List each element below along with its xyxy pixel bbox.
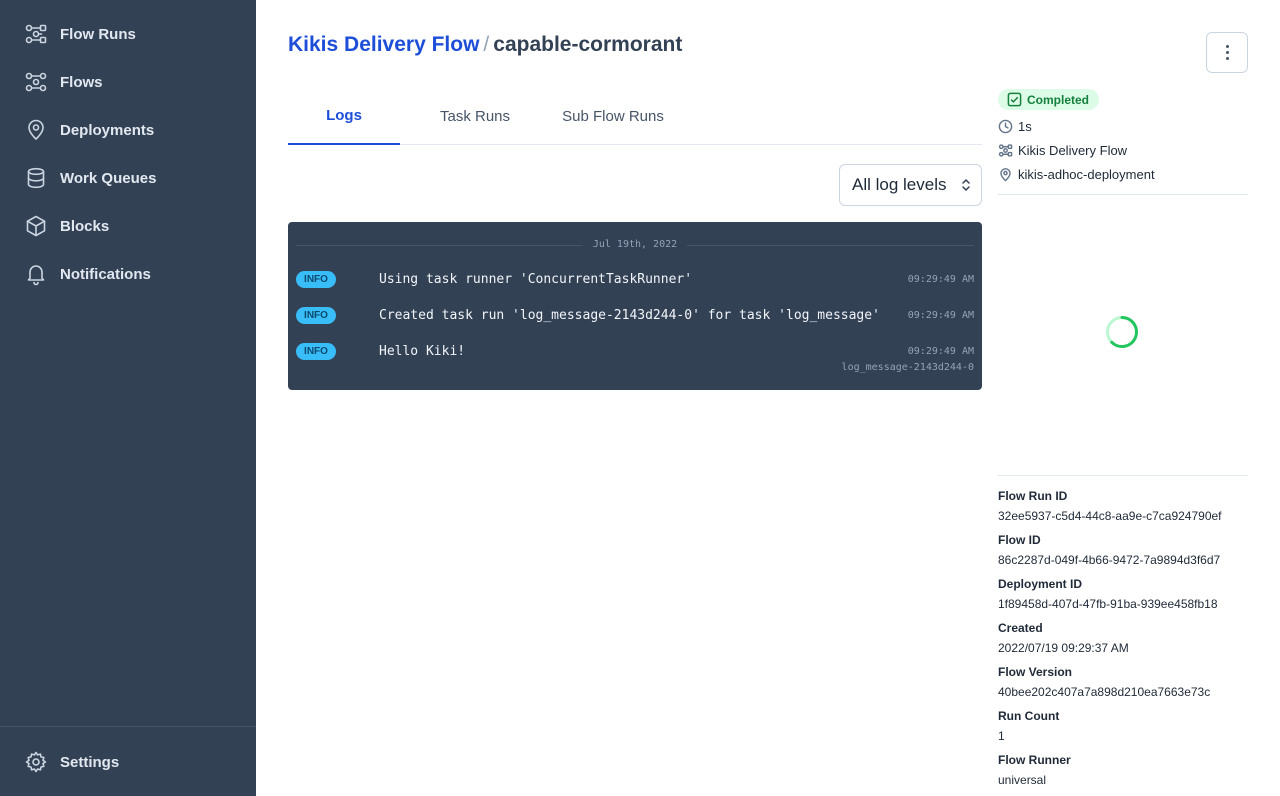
breadcrumb: Kikis Delivery Flow / capable-cormorant	[288, 33, 682, 57]
sidebar-item-label: Notifications	[60, 265, 151, 283]
property-label: Flow Version	[998, 665, 1073, 679]
property-label: Flow ID	[998, 533, 1041, 547]
property-run-count: Run Count 1	[998, 707, 1258, 751]
log-level-badge: INFO	[296, 343, 336, 360]
property-value: 1	[998, 729, 1005, 743]
log-level-badge: INFO	[296, 307, 336, 324]
database-icon	[27, 167, 45, 189]
tab-logs[interactable]: Logs	[288, 88, 400, 145]
deployment-row: kikis-adhoc-deployment	[998, 162, 1248, 186]
log-message: Created task run 'log_message-2143d244-0…	[379, 308, 880, 323]
breadcrumb-flow-link[interactable]: Kikis Delivery Flow	[288, 33, 479, 56]
sidebar-item-flow-runs[interactable]: Flow Runs	[0, 10, 256, 58]
property-value: 32ee5937-c5d4-44c8-aa9e-c7ca924790ef	[998, 509, 1222, 523]
sidebar-item-label: Work Queues	[60, 169, 157, 187]
property-flow-version: Flow Version 40bee202c407a7a898d210ea766…	[998, 663, 1258, 707]
log-task-run-link[interactable]: log_message-2143d244-0	[842, 359, 974, 376]
duration-value: 1s	[1018, 118, 1032, 134]
sidebar-item-work-queues[interactable]: Work Queues	[0, 154, 256, 202]
sidebar-item-label: Flows	[60, 73, 103, 91]
sidebar-item-label: Flow Runs	[60, 25, 136, 43]
property-flow-runner: Flow Runner universal	[998, 751, 1258, 795]
log-entry: INFO Created task run 'log_message-2143d…	[288, 307, 982, 343]
property-value: 40bee202c407a7a898d210ea7663e73c	[998, 685, 1211, 699]
property-deployment-id: Deployment ID 1f89458d-407d-47fb-91ba-93…	[998, 575, 1258, 619]
log-timestamp: 09:29:49 AM	[907, 310, 974, 321]
sidebar-item-blocks[interactable]: Blocks	[0, 202, 256, 250]
sidebar-nav: Flow Runs Flows Deployments Work Queues	[0, 0, 256, 298]
property-label: Deployment ID	[998, 577, 1083, 591]
log-entry: INFO Using task runner 'ConcurrentTaskRu…	[288, 271, 982, 307]
run-details: Completed 1s Kikis Delivery Flow kikis-a…	[998, 89, 1248, 186]
sidebar-item-flows[interactable]: Flows	[0, 58, 256, 106]
map-pin-icon	[28, 119, 44, 140]
log-message: Hello Kiki!	[379, 344, 466, 359]
check-square-icon	[1007, 92, 1022, 107]
flow-link[interactable]: Kikis Delivery Flow	[1018, 143, 1127, 158]
breadcrumb-separator: /	[483, 33, 490, 56]
log-level-select[interactable]: All log levels	[839, 164, 982, 206]
properties-divider	[998, 475, 1248, 476]
kebab-menu-icon	[1225, 44, 1229, 62]
details-divider	[998, 194, 1248, 195]
sidebar-divider	[0, 726, 256, 727]
more-options-button[interactable]	[1206, 32, 1248, 73]
log-entry: INFO Hello Kiki! 09:29:49 AM log_message…	[288, 343, 982, 379]
log-message: Using task runner 'ConcurrentTaskRunner'	[379, 272, 693, 287]
flows-icon	[25, 72, 47, 92]
map-pin-icon	[1000, 167, 1011, 181]
log-date: Jul 19th, 2022	[582, 239, 688, 250]
property-created: Created 2022/07/19 09:29:37 AM	[998, 619, 1258, 663]
flow-runs-icon	[25, 24, 47, 44]
cube-icon	[26, 215, 46, 237]
gear-icon	[25, 751, 47, 773]
property-flow-run-id: Flow Run ID 32ee5937-c5d4-44c8-aa9e-c7ca…	[998, 487, 1258, 531]
property-label: Run Count	[998, 709, 1060, 723]
clock-icon	[998, 119, 1013, 133]
loading-spinner-icon	[1106, 316, 1138, 348]
flow-row: Kikis Delivery Flow	[998, 138, 1248, 162]
property-value: 1f89458d-407d-47fb-91ba-939ee458fb18	[998, 597, 1218, 611]
bell-icon	[27, 265, 45, 286]
sidebar-item-label: Settings	[60, 753, 120, 771]
sidebar: Flow Runs Flows Deployments Work Queues	[0, 0, 256, 796]
sidebar-item-label: Blocks	[60, 217, 110, 235]
sidebar-item-label: Deployments	[60, 121, 155, 139]
property-label: Flow Runner	[998, 753, 1071, 767]
sidebar-item-settings[interactable]: Settings	[0, 738, 256, 786]
property-label: Flow Run ID	[998, 489, 1068, 503]
property-value: 86c2287d-049f-4b66-9472-7a9894d3f6d7	[998, 553, 1221, 567]
property-value: 2022/07/19 09:29:37 AM	[998, 641, 1129, 655]
tab-sub-flow-runs[interactable]: Sub Flow Runs	[550, 88, 676, 144]
run-properties: Flow Run ID 32ee5937-c5d4-44c8-aa9e-c7ca…	[998, 487, 1258, 795]
property-flow-id: Flow ID 86c2287d-049f-4b66-9472-7a9894d3…	[998, 531, 1258, 575]
log-level-badge: INFO	[296, 271, 336, 288]
property-value: universal	[998, 773, 1047, 787]
sidebar-item-deployments[interactable]: Deployments	[0, 106, 256, 154]
property-label: Created	[998, 621, 1043, 635]
page-title: capable-cormorant	[493, 33, 683, 56]
log-timestamp: 09:29:49 AM	[907, 274, 974, 285]
duration-row: 1s	[998, 114, 1248, 138]
flow-icon	[998, 143, 1013, 157]
status-label: Completed	[1027, 92, 1090, 107]
tab-task-runs[interactable]: Task Runs	[400, 88, 550, 144]
sidebar-item-notifications[interactable]: Notifications	[0, 250, 256, 298]
status-badge: Completed	[998, 89, 1100, 110]
select-caret-icon	[962, 179, 970, 191]
deployment-link[interactable]: kikis-adhoc-deployment	[1018, 167, 1155, 182]
tab-bar: Logs Task Runs Sub Flow Runs	[288, 88, 982, 145]
log-level-value: All log levels	[852, 175, 947, 194]
log-panel: Jul 19th, 2022 INFO Using task runner 'C…	[288, 222, 982, 390]
log-timestamp: 09:29:49 AM	[907, 346, 974, 357]
